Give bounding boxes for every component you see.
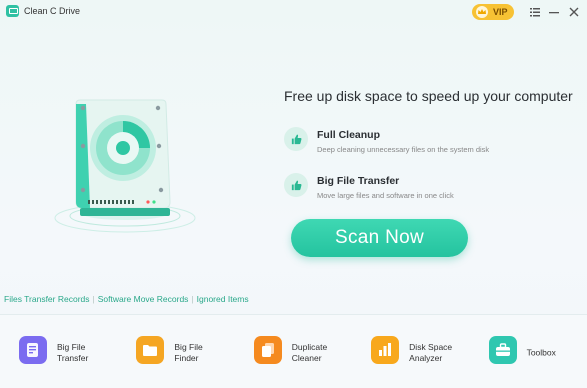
tools-bar: Big File Transfer Big File Finder Duplic…: [0, 314, 587, 388]
records-links: Files Transfer Records | Software Move R…: [4, 294, 249, 304]
tool-big-file-finder[interactable]: Big File Finder: [117, 315, 234, 388]
feature-title: Full Cleanup: [317, 129, 380, 141]
thumbs-up-icon: [284, 127, 308, 151]
title-bar: Clean C Drive VIP: [0, 0, 587, 24]
feature-title: Big File Transfer: [317, 175, 400, 187]
minimize-icon[interactable]: [547, 5, 561, 19]
tool-label: Disk Space Analyzer: [409, 342, 453, 363]
ignored-items-link[interactable]: Ignored Items: [197, 294, 249, 304]
files-transfer-records-link[interactable]: Files Transfer Records: [4, 294, 90, 304]
app-logo-icon: [6, 5, 19, 17]
tool-label: Big File Transfer: [57, 342, 89, 363]
crown-icon: [476, 6, 488, 18]
chart-icon: [371, 336, 400, 364]
vip-button[interactable]: VIP: [472, 4, 514, 20]
hard-disk-illustration: [54, 99, 196, 233]
feature-full-cleanup: Full Cleanup Deep cleaning unnecessary f…: [284, 127, 564, 163]
close-icon[interactable]: [567, 5, 581, 19]
tool-label: Duplicate Cleaner: [291, 342, 328, 363]
scan-now-button[interactable]: Scan Now: [291, 219, 468, 257]
vip-label: VIP: [493, 7, 508, 17]
tool-disk-space-analyzer[interactable]: Disk Space Analyzer: [352, 315, 469, 388]
toolbox-icon: [488, 336, 517, 364]
folder-icon: [136, 336, 165, 364]
tool-big-file-transfer[interactable]: Big File Transfer: [0, 315, 117, 388]
app-title: Clean C Drive: [24, 6, 81, 16]
file-transfer-icon: [19, 336, 47, 364]
thumbs-up-icon: [284, 173, 308, 197]
link-separator: |: [191, 294, 194, 304]
feature-description: Move large files and software in one cli…: [317, 191, 454, 200]
feature-big-file-transfer: Big File Transfer Move large files and s…: [284, 173, 564, 209]
tool-duplicate-cleaner[interactable]: Duplicate Cleaner: [235, 315, 352, 388]
link-separator: |: [92, 294, 95, 304]
menu-icon[interactable]: [528, 5, 542, 19]
tool-toolbox[interactable]: Toolbox: [470, 315, 587, 388]
software-move-records-link[interactable]: Software Move Records: [98, 294, 189, 304]
duplicate-icon: [253, 336, 282, 364]
tool-label: Toolbox: [526, 347, 556, 358]
feature-description: Deep cleaning unnecessary files on the s…: [317, 145, 490, 154]
tool-label: Big File Finder: [174, 342, 203, 363]
headline: Free up disk space to speed up your comp…: [284, 88, 573, 104]
